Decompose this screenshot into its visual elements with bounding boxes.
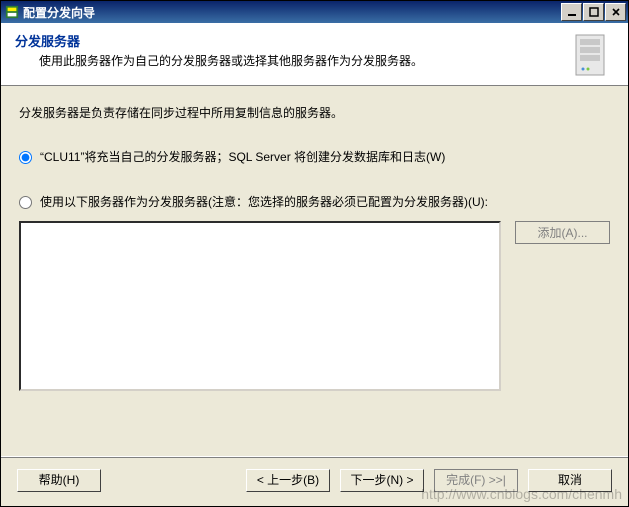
server-selection-area: 添加(A)...	[19, 221, 610, 391]
content-area: 分发服务器是负责存储在同步过程中所用复制信息的服务器。 “CLU11”将充当自己…	[1, 86, 628, 456]
app-icon	[5, 5, 19, 19]
window-controls	[560, 3, 626, 21]
radio-other-distributor[interactable]	[19, 196, 32, 209]
radio-self-distributor[interactable]	[19, 151, 32, 164]
wizard-header: 分发服务器 使用此服务器作为自己的分发服务器或选择其他服务器作为分发服务器。	[1, 23, 628, 86]
cancel-button[interactable]: 取消	[528, 469, 612, 492]
back-button[interactable]: < 上一步(B)	[246, 469, 330, 492]
close-button[interactable]	[605, 3, 626, 21]
help-button[interactable]: 帮助(H)	[17, 469, 101, 492]
option-other-distributor[interactable]: 使用以下服务器作为分发服务器(注意：您选择的服务器必须已配置为分发服务器)(U)…	[19, 194, 610, 211]
titlebar: 配置分发向导	[1, 1, 628, 23]
window-title: 配置分发向导	[23, 4, 560, 21]
wizard-window: 配置分发向导 分发服务器 使用此服务器作为自己的分发服务器或选择其他服务器作为分…	[0, 0, 629, 507]
option1-label[interactable]: “CLU11”将充当自己的分发服务器；SQL Server 将创建分发数据库和日…	[40, 149, 445, 166]
server-listbox[interactable]	[19, 221, 501, 391]
server-icon	[566, 31, 614, 79]
page-subtitle: 使用此服务器作为自己的分发服务器或选择其他服务器作为分发服务器。	[39, 52, 558, 69]
option2-label[interactable]: 使用以下服务器作为分发服务器(注意：您选择的服务器必须已配置为分发服务器)(U)…	[40, 194, 488, 211]
next-button[interactable]: 下一步(N) >	[340, 469, 424, 492]
button-bar: 帮助(H) < 上一步(B) 下一步(N) > 完成(F) >>| 取消	[1, 456, 628, 506]
option-self-distributor[interactable]: “CLU11”将充当自己的分发服务器；SQL Server 将创建分发数据库和日…	[19, 149, 610, 166]
page-title: 分发服务器	[15, 31, 558, 50]
maximize-button[interactable]	[583, 3, 604, 21]
add-button[interactable]: 添加(A)...	[515, 221, 610, 244]
description-text: 分发服务器是负责存储在同步过程中所用复制信息的服务器。	[19, 104, 610, 121]
header-text: 分发服务器 使用此服务器作为自己的分发服务器或选择其他服务器作为分发服务器。	[15, 31, 558, 69]
minimize-button[interactable]	[561, 3, 582, 21]
finish-button[interactable]: 完成(F) >>|	[434, 469, 518, 492]
